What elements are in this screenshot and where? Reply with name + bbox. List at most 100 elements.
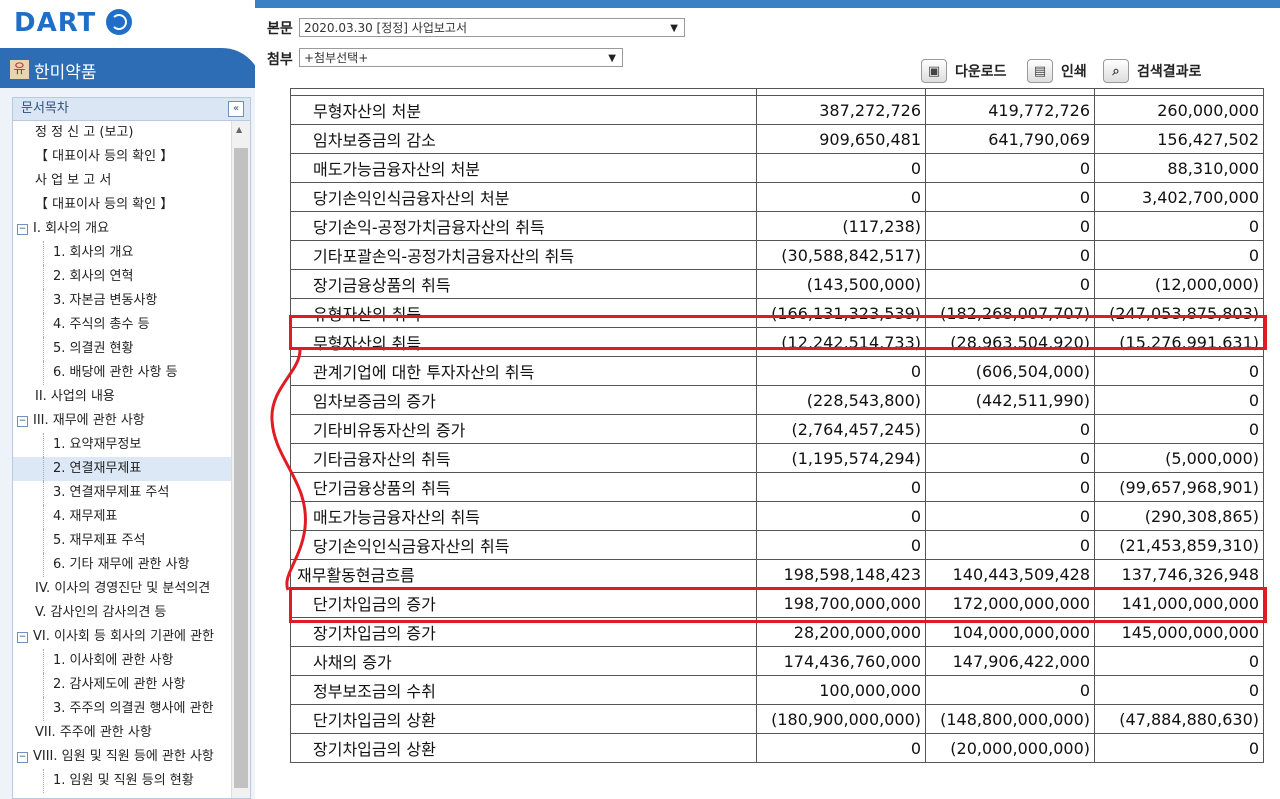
value-prior-year: 0 xyxy=(925,240,1095,270)
sidebar-item[interactable]: 6. 배당에 관한 사항 등 xyxy=(13,361,231,385)
value-two-years-prior: (290,308,865) xyxy=(1094,501,1264,531)
row-label: 장기금융상품의 취득 xyxy=(290,269,757,299)
tree-line xyxy=(43,313,44,337)
sidebar-item[interactable]: 4. 재무제표 xyxy=(13,505,231,529)
sidebar-item[interactable]: − VI. 이사회 등 회사의 기관에 관한 xyxy=(13,625,231,649)
sidebar-item-label: 5. 의결권 현황 xyxy=(53,341,134,356)
table-row: 당기손익인식금융자산의 취득 0 0 (21,453,859,310) xyxy=(290,530,1264,560)
attachment-select-value: +첨부선택+ xyxy=(304,51,369,65)
value-prior-year: (442,511,990) xyxy=(925,385,1095,415)
tree-line xyxy=(43,505,44,529)
sidebar-item-label: III. 재무에 관한 사항 xyxy=(33,413,145,428)
tree-line xyxy=(43,697,44,721)
value-two-years-prior: 0 xyxy=(1094,211,1264,241)
value-prior-year: 641,790,069 xyxy=(925,124,1095,154)
sidebar-item-label: 2. 연결재무제표 xyxy=(53,461,142,476)
tree-line xyxy=(43,361,44,385)
sidebar-item[interactable]: 1. 요약재무정보 xyxy=(13,433,231,457)
dart-logo[interactable]: DART xyxy=(14,8,133,38)
sidebar-item[interactable]: 2. 연결재무제표 xyxy=(13,457,231,481)
tree-line xyxy=(43,289,44,313)
sidebar-item[interactable]: 5. 의결권 현황 xyxy=(13,337,231,361)
table-row-cut xyxy=(290,88,1264,96)
sidebar-item[interactable]: 5. 재무제표 주석 xyxy=(13,529,231,553)
download-button[interactable]: ▣ 다운로드 xyxy=(921,58,1007,84)
sidebar-item-label: 정 정 신 고 (보고) xyxy=(35,125,134,140)
sidebar-item[interactable]: 3. 자본금 변동사항 xyxy=(13,289,231,313)
sidebar-item[interactable]: 2. 감사제도에 관한 사항 xyxy=(13,673,231,697)
table-row: 무형자산의 처분 387,272,726 419,772,726 260,000,00… xyxy=(290,95,1264,125)
attachment-select[interactable]: +첨부선택+ ▼ xyxy=(299,48,623,67)
sidebar-item[interactable]: IV. 이사의 경영진단 및 분석의견 xyxy=(13,577,231,601)
sidebar-item[interactable]: 6. 기타 재무에 관한 사항 xyxy=(13,553,231,577)
document-viewer: 무형자산의 처분 387,272,726 419,772,726 260,000,00… xyxy=(255,88,1280,799)
tree-collapse-icon[interactable]: − xyxy=(17,224,28,235)
sidebar-item[interactable]: V. 감사인의 감사의견 등 xyxy=(13,601,231,625)
value-two-years-prior: 0 xyxy=(1094,414,1264,444)
logo-text: DART xyxy=(14,8,97,38)
row-label: 단기금융상품의 취득 xyxy=(290,472,757,502)
row-label: 정부보조금의 수취 xyxy=(290,675,757,705)
sidebar-item-label: 1. 이사회에 관한 사항 xyxy=(53,653,174,668)
highlight-box-financing-cash-flow xyxy=(289,587,1267,623)
row-label: 당기손익-공정가치금융자산의 취득 xyxy=(290,211,757,241)
sidebar-item[interactable]: 1. 회사의 개요 xyxy=(13,241,231,265)
search-results-button[interactable]: ⌕ 검색결과로 xyxy=(1103,58,1201,84)
collapse-sidebar-icon[interactable]: « xyxy=(228,101,244,117)
sidebar-item[interactable]: 3. 주주의 의결권 행사에 관한 xyxy=(13,697,231,721)
value-current-year: 0 xyxy=(756,501,926,531)
sidebar-item[interactable]: VII. 주주에 관한 사항 xyxy=(13,721,231,745)
sidebar-item[interactable]: 사 업 보 고 서 xyxy=(13,169,231,193)
value-two-years-prior: 0 xyxy=(1094,675,1264,705)
value-current-year: 0 xyxy=(756,472,926,502)
scroll-thumb[interactable] xyxy=(234,148,248,788)
sidebar-item[interactable]: − I. 회사의 개요 xyxy=(13,217,231,241)
company-badge: 유 xyxy=(10,60,29,79)
tree-collapse-icon[interactable]: − xyxy=(17,752,28,763)
sidebar-item[interactable]: 3. 연결재무제표 주석 xyxy=(13,481,231,505)
sidebar-item-label: VI. 이사회 등 회사의 기관에 관한 xyxy=(33,629,215,644)
row-label: 장기차입금의 상환 xyxy=(290,733,757,763)
download-label: 다운로드 xyxy=(955,64,1007,80)
value-prior-year: 0 xyxy=(925,675,1095,705)
value-prior-year: 0 xyxy=(925,472,1095,502)
table-row: 매도가능금융자산의 처분 0 0 88,310,000 xyxy=(290,153,1264,183)
value-current-year: 0 xyxy=(756,356,926,386)
sidebar-item[interactable]: 1. 임원 및 직원 등의 현황 xyxy=(13,769,231,793)
sidebar-scrollbar[interactable]: ▲ xyxy=(231,121,250,798)
print-button[interactable]: ▤ 인쇄 xyxy=(1027,58,1087,84)
value-prior-year: 140,443,509,428 xyxy=(925,559,1095,589)
tree-line xyxy=(43,769,44,793)
sidebar-item[interactable]: 1. 이사회에 관한 사항 xyxy=(13,649,231,673)
sidebar-item-label: 4. 재무제표 xyxy=(53,509,118,524)
sidebar-item-label: 1. 임원 및 직원 등의 현황 xyxy=(53,773,194,788)
sidebar-item[interactable]: 【 대표이사 등의 확인 】 xyxy=(13,193,231,217)
sidebar-item[interactable]: − VIII. 임원 및 직원 등에 관한 사항 xyxy=(13,745,231,769)
sidebar-item[interactable]: 정 정 신 고 (보고) xyxy=(13,121,231,145)
tree-line xyxy=(43,457,44,481)
sidebar-item[interactable]: II. 사업의 내용 xyxy=(13,385,231,409)
sidebar-item[interactable]: 4. 주식의 총수 등 xyxy=(13,313,231,337)
toc-list: 정 정 신 고 (보고) 【 대표이사 등의 확인 】 사 업 보 고 서 【 대표이… xyxy=(13,121,231,793)
tree-line xyxy=(43,337,44,361)
sidebar-item-label: 6. 배당에 관한 사항 등 xyxy=(53,365,178,380)
sidebar-item[interactable]: − III. 재무에 관한 사항 xyxy=(13,409,231,433)
value-current-year: (180,900,000,000) xyxy=(756,704,926,734)
body-document-select[interactable]: 2020.03.30 [정정] 사업보고서 ▼ xyxy=(299,18,685,37)
scroll-up-arrow-icon[interactable]: ▲ xyxy=(236,125,242,134)
table-row: 기타비유동자산의 증가 (2,764,457,245) 0 0 xyxy=(290,414,1264,444)
tree-collapse-icon[interactable]: − xyxy=(17,632,28,643)
sidebar-item[interactable]: 【 대표이사 등의 확인 】 xyxy=(13,145,231,169)
value-current-year: (143,500,000) xyxy=(756,269,926,299)
company-banner: 유 한미약품 xyxy=(0,48,262,88)
value-two-years-prior: (21,453,859,310) xyxy=(1094,530,1264,560)
sidebar-item-label: 6. 기타 재무에 관한 사항 xyxy=(53,557,190,572)
table-row: 임차보증금의 증가 (228,543,800) (442,511,990) 0 xyxy=(290,385,1264,415)
value-two-years-prior: 0 xyxy=(1094,733,1264,763)
value-current-year: 198,598,148,423 xyxy=(756,559,926,589)
sidebar-item-label: 【 대표이사 등의 확인 】 xyxy=(35,149,174,164)
company-name: 한미약품 xyxy=(34,63,97,83)
sidebar-item[interactable]: 2. 회사의 연혁 xyxy=(13,265,231,289)
sidebar-item-label: IV. 이사의 경영진단 및 분석의견 xyxy=(35,581,211,596)
tree-collapse-icon[interactable]: − xyxy=(17,416,28,427)
